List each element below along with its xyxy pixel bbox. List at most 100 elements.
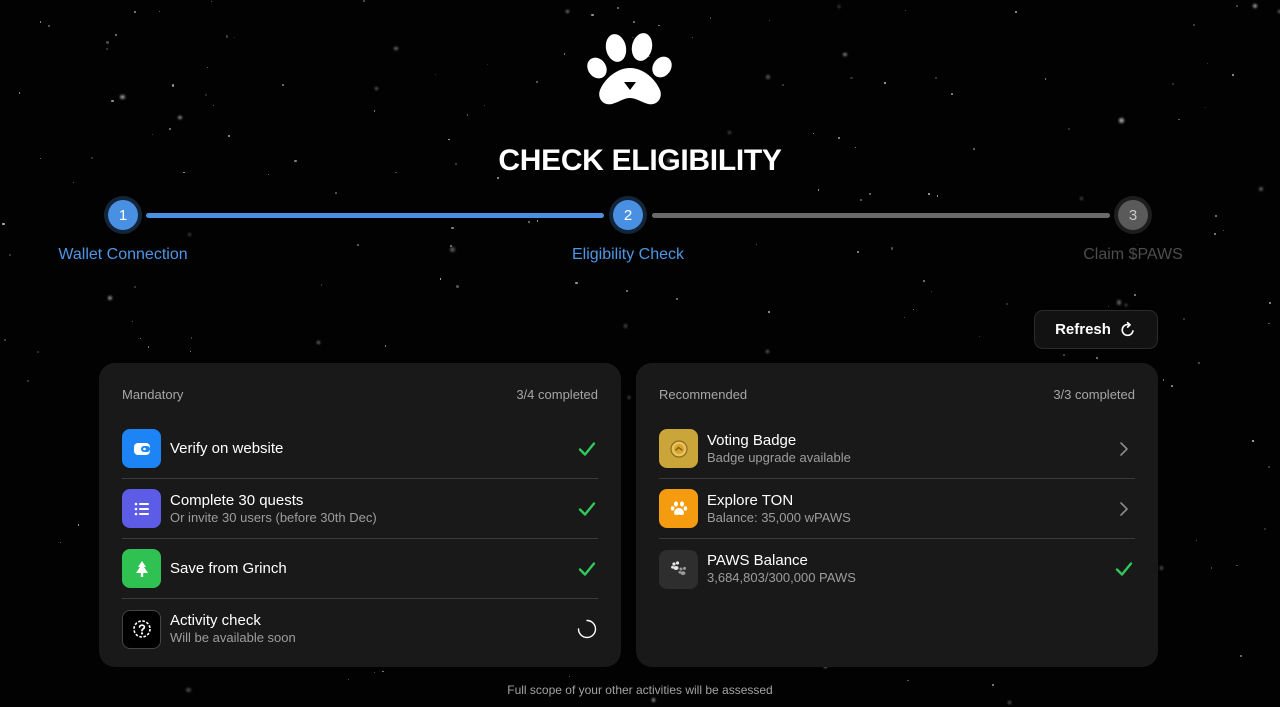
check-icon: [1113, 558, 1135, 580]
chevron-right-icon[interactable]: [1113, 438, 1135, 460]
star: [120, 94, 125, 99]
star: [1006, 303, 1009, 306]
chevron-right-icon[interactable]: [1113, 498, 1135, 520]
refresh-button[interactable]: Refresh: [1034, 310, 1158, 349]
star: [1264, 527, 1267, 530]
star: [382, 670, 384, 673]
list-icon: [122, 489, 161, 528]
star: [1062, 353, 1065, 357]
step-2-dot: 2: [613, 200, 643, 230]
star: [1172, 82, 1175, 85]
task-verify-website[interactable]: Verify on website: [122, 419, 598, 479]
wallet-icon: [122, 429, 161, 468]
refresh-label: Refresh: [1055, 321, 1111, 338]
task-explore-ton[interactable]: Explore TON Balance: 35,000 wPAWS: [659, 479, 1135, 539]
task-subtitle: Will be available soon: [170, 630, 296, 645]
check-icon: [576, 438, 598, 460]
task-subtitle: 3,684,803/300,000 PAWS: [707, 570, 856, 585]
task-title: Explore TON: [707, 491, 794, 509]
paw-logo-icon: [587, 33, 672, 105]
star: [1124, 303, 1128, 307]
star: [26, 379, 30, 382]
task-save-grinch[interactable]: Save from Grinch: [122, 539, 598, 599]
star: [1267, 322, 1270, 325]
star: [922, 280, 925, 283]
progress-line-pending: [652, 213, 1110, 218]
star: [171, 84, 174, 87]
star: [1231, 74, 1235, 77]
task-voting-badge[interactable]: Voting Badge Badge upgrade available: [659, 419, 1135, 479]
star: [169, 127, 172, 131]
star: [883, 82, 886, 84]
star: [1162, 379, 1165, 381]
star: [106, 41, 109, 44]
star: [394, 46, 398, 50]
star: [106, 48, 108, 50]
star: [1119, 118, 1124, 123]
star: [782, 84, 784, 86]
star: [617, 6, 620, 9]
star: [1197, 362, 1200, 365]
star: [132, 320, 134, 322]
star: [108, 295, 112, 300]
star: [3, 339, 6, 341]
star: [768, 19, 771, 21]
star: [77, 524, 80, 527]
star: [133, 11, 136, 14]
star: [373, 671, 375, 673]
star: [484, 105, 486, 107]
star: [728, 130, 731, 134]
step-1-label: Wallet Connection: [58, 246, 188, 263]
task-subtitle: Balance: 35,000 wPAWS: [707, 509, 851, 525]
star: [766, 349, 770, 353]
task-subtitle: Badge upgrade available: [707, 449, 851, 465]
mandatory-card: Mandatory 3/4 completed Verify on websit…: [99, 363, 621, 667]
star: [363, 0, 366, 3]
star: [147, 346, 150, 348]
star: [838, 137, 841, 140]
star: [868, 193, 871, 196]
star: [233, 36, 236, 38]
star: [317, 341, 320, 344]
star: [1236, 564, 1238, 566]
star: [676, 298, 679, 301]
star: [912, 308, 914, 310]
paws-icon: [659, 549, 698, 589]
question-icon: [122, 609, 161, 649]
recommended-heading: Recommended: [659, 387, 748, 402]
star: [709, 17, 712, 19]
check-icon: [576, 558, 598, 580]
star: [48, 25, 50, 27]
task-title: Complete 30 quests: [170, 491, 304, 509]
star: [1007, 700, 1012, 705]
star: [658, 24, 660, 27]
star: [486, 63, 488, 66]
star: [178, 115, 182, 119]
star: [466, 113, 469, 116]
star: [623, 324, 628, 329]
progress-stepper: 1 2 3 Wallet Connection Eligibility Chec…: [0, 196, 1280, 276]
step-3-dot: 3: [1118, 200, 1148, 230]
star: [563, 53, 566, 56]
star: [652, 698, 656, 702]
star: [978, 335, 981, 337]
star: [627, 396, 631, 400]
task-activity-check[interactable]: Activity check Will be available soon: [122, 599, 598, 659]
task-complete-quests[interactable]: Complete 30 quests Or invite 30 users (b…: [122, 479, 598, 539]
page-title: CHECK ELIGIBILITY: [498, 144, 782, 177]
star: [691, 37, 693, 39]
task-paws-balance[interactable]: PAWS Balance 3,684,803/300,000 PAWS: [659, 539, 1135, 599]
star: [951, 93, 954, 96]
star: [373, 110, 376, 112]
check-icon: [576, 498, 598, 520]
star: [1170, 385, 1173, 388]
star: [159, 10, 161, 12]
step-3-label: Claim $PAWS: [1083, 246, 1183, 263]
step-2-label: Eligibility Check: [571, 246, 685, 263]
mandatory-count: 3/4 completed: [516, 387, 598, 402]
star: [1134, 293, 1136, 296]
star: [903, 316, 906, 318]
star: [591, 13, 594, 17]
star: [1015, 11, 1017, 13]
recommended-count: 3/3 completed: [1053, 387, 1135, 402]
